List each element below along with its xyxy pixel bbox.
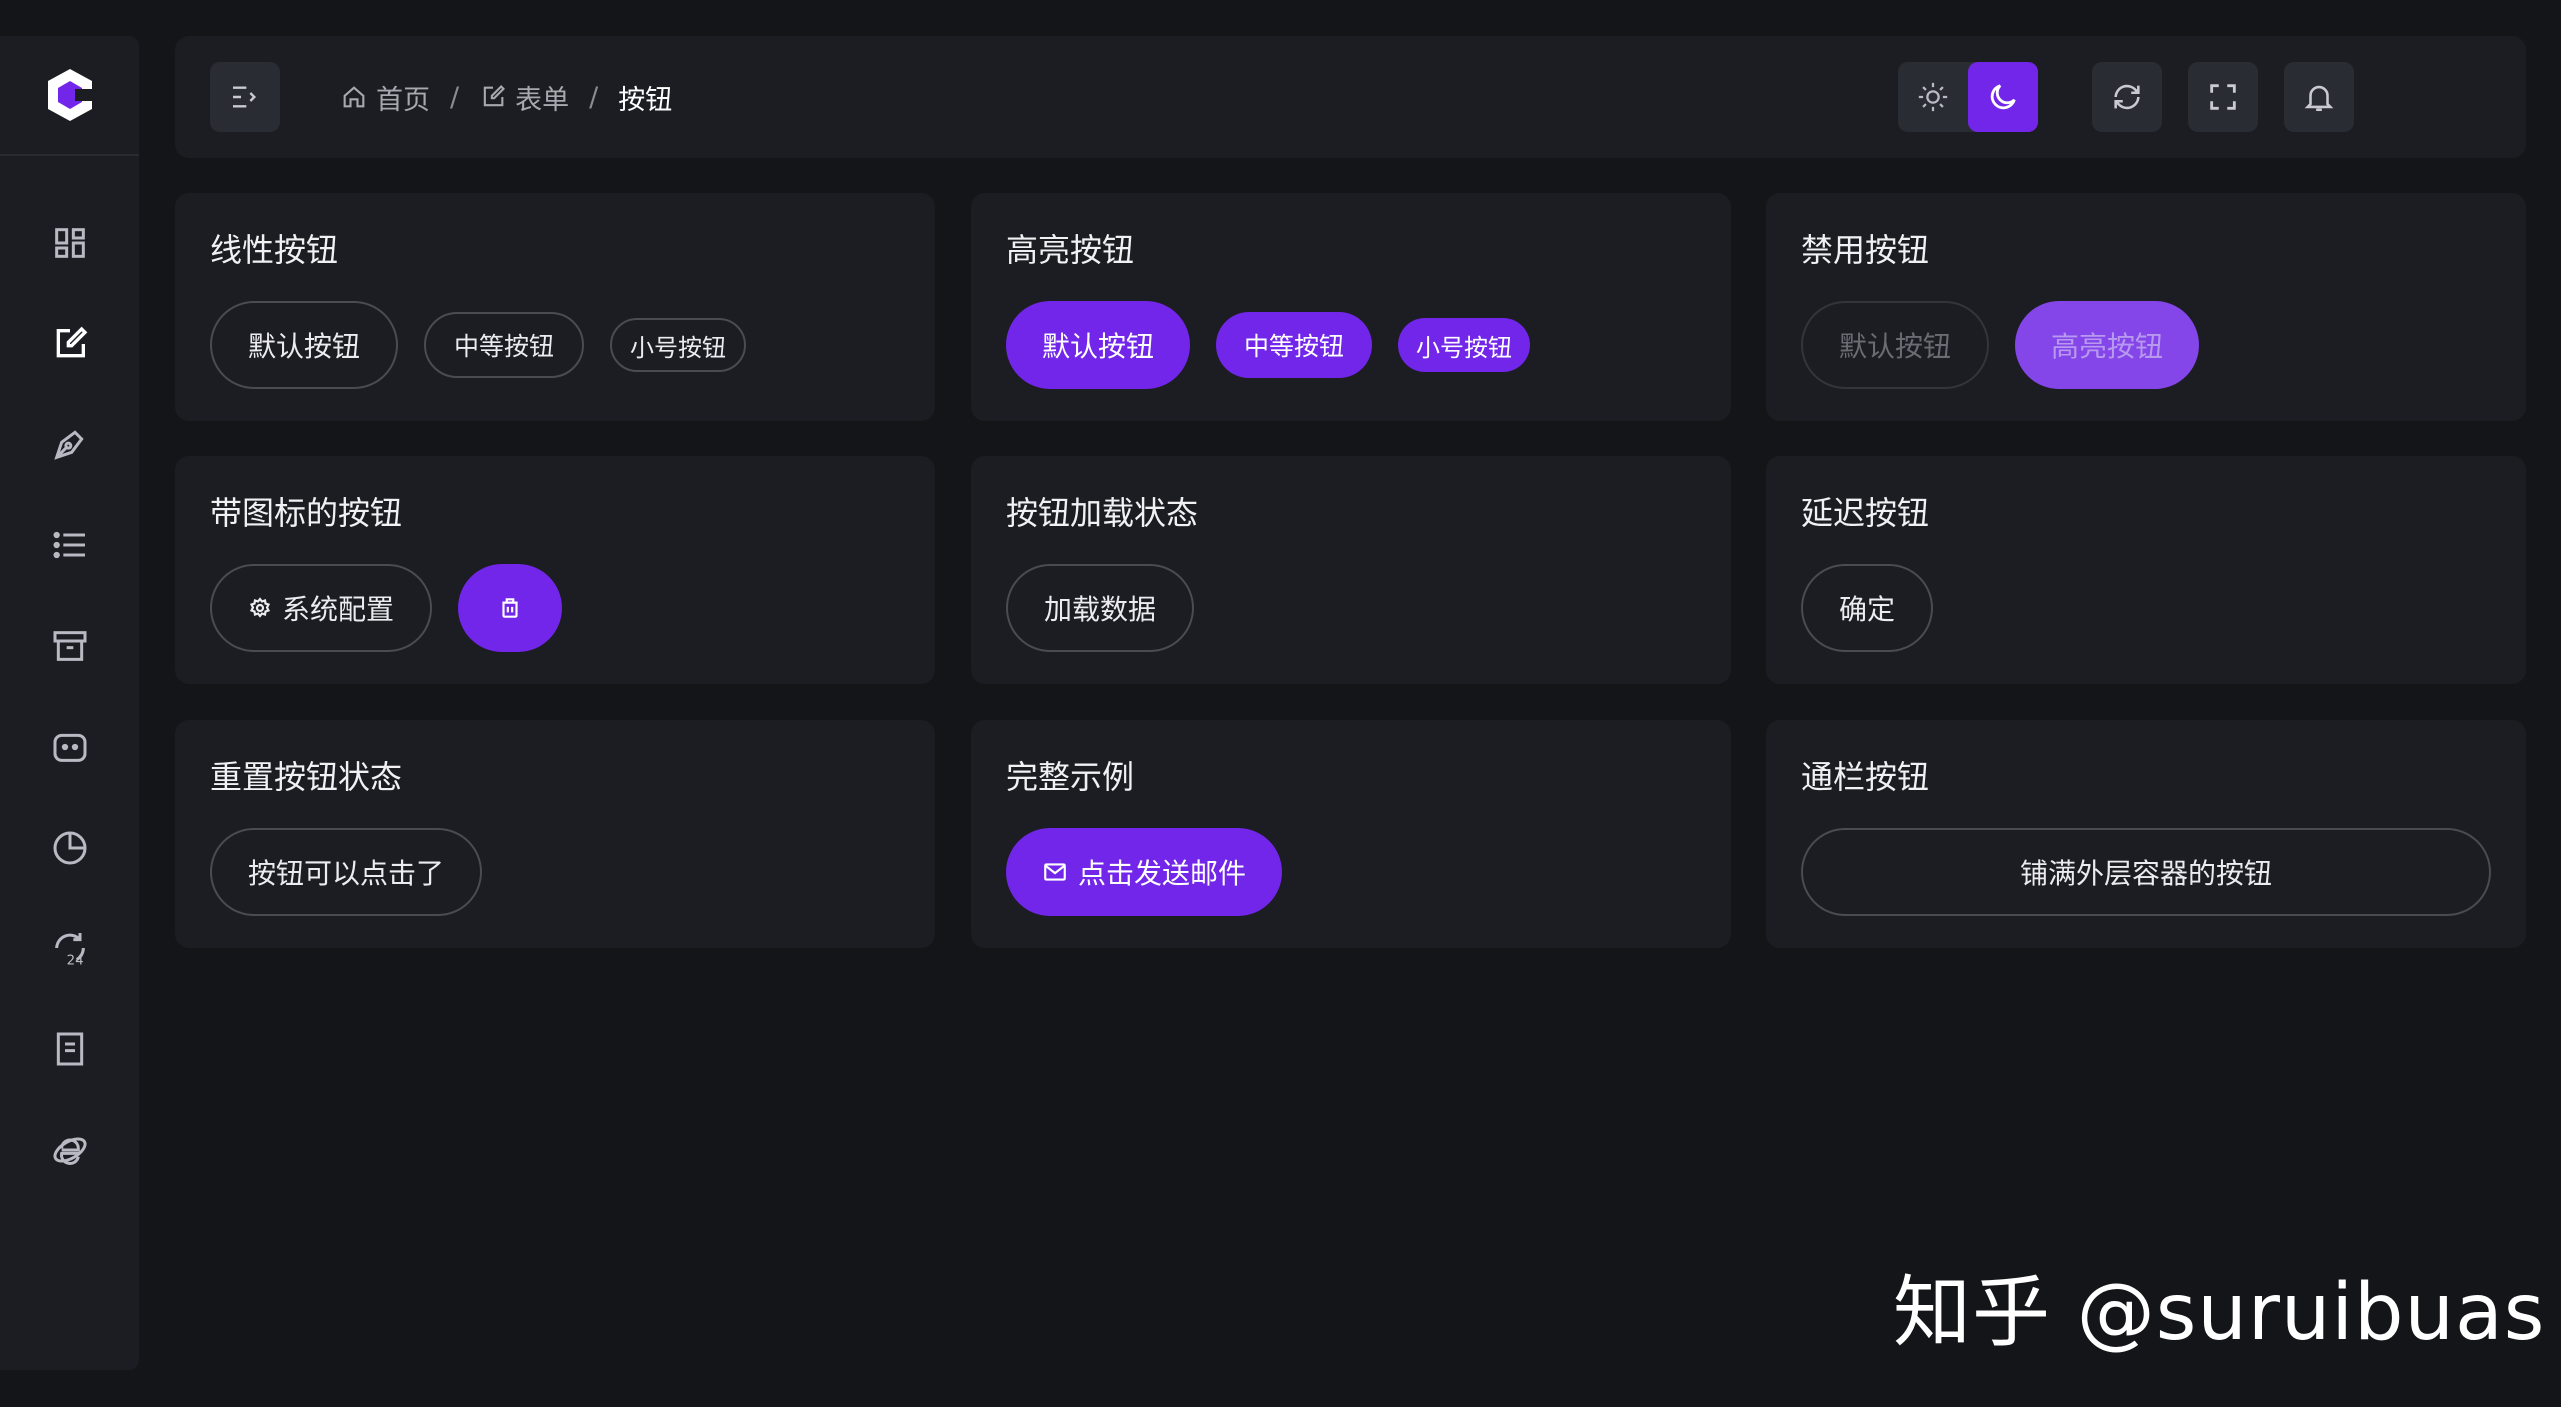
card-disabled-buttons: 禁用按钮 默认按钮 高亮按钮: [1766, 193, 2526, 421]
card-reset-buttons: 重置按钮状态 按钮可以点击了: [175, 720, 935, 948]
history-24-icon[interactable]: 24: [48, 926, 92, 970]
form-edit-icon[interactable]: [48, 322, 92, 366]
breadcrumb-home[interactable]: 首页: [340, 78, 430, 117]
card-highlight-buttons: 高亮按钮 默认按钮 中等按钮 小号按钮: [971, 193, 1731, 421]
svg-text:24: 24: [67, 954, 84, 968]
line-default-button[interactable]: 默认按钮: [210, 301, 399, 389]
card-title: 线性按钮: [210, 231, 339, 269]
notification-button[interactable]: [2284, 62, 2354, 132]
block-button[interactable]: 铺满外层容器的按钮: [1801, 828, 2491, 916]
disabled-default-button: 默认按钮: [1801, 301, 1990, 389]
moon-icon: [1990, 84, 2016, 110]
delete-button[interactable]: [458, 564, 563, 652]
mail-icon: [1044, 863, 1066, 881]
card-title: 禁用按钮: [1801, 231, 1930, 269]
card-line-buttons: 线性按钮 默认按钮 中等按钮 小号按钮: [175, 193, 935, 421]
fullscreen-button[interactable]: [2188, 62, 2258, 132]
line-medium-button[interactable]: 中等按钮: [424, 312, 585, 378]
card-title: 按钮加载状态: [1006, 494, 1199, 532]
system-config-button[interactable]: 系统配置: [210, 564, 433, 652]
list-icon[interactable]: [48, 523, 92, 567]
watermark: 知乎 @suruibuas: [1893, 1268, 2546, 1358]
fullscreen-icon: [2210, 84, 2236, 110]
bell-icon: [2304, 85, 2334, 112]
pie-chart-icon[interactable]: [48, 826, 92, 870]
logo: [0, 36, 139, 156]
home-icon: [343, 86, 365, 108]
load-data-button[interactable]: 加载数据: [1006, 564, 1195, 652]
edit-icon: [483, 85, 506, 107]
breadcrumb-form[interactable]: 表单: [479, 78, 569, 117]
disabled-highlight-button: 高亮按钮: [2015, 301, 2200, 389]
top-header: 首页 / 表单 / 按钮: [175, 36, 2526, 158]
breadcrumb-current: 按钮: [618, 84, 673, 116]
logo-icon: [47, 69, 95, 121]
dashboard-icon[interactable]: [48, 221, 92, 265]
clickable-button[interactable]: 按钮可以点击了: [210, 828, 483, 916]
sun-icon: [1918, 82, 1948, 112]
refresh-button[interactable]: [2092, 62, 2162, 132]
collapse-sidebar-button[interactable]: [210, 62, 280, 132]
confirm-button[interactable]: 确定: [1801, 564, 1934, 652]
refresh-icon: [2114, 84, 2140, 110]
card-icon-buttons: 带图标的按钮 系统配置: [175, 456, 935, 684]
theme-toggle[interactable]: [1898, 62, 2038, 132]
sidebar: 24: [0, 36, 139, 1370]
card-title: 完整示例: [1006, 758, 1135, 796]
light-mode-button[interactable]: [1898, 62, 1968, 132]
card-title: 延迟按钮: [1801, 494, 1930, 532]
card-title: 通栏按钮: [1801, 758, 1930, 796]
card-loading-buttons: 按钮加载状态 加载数据: [971, 456, 1731, 684]
card-full-example: 完整示例 点击发送邮件: [971, 720, 1731, 948]
breadcrumb-separator: /: [589, 81, 599, 113]
breadcrumb: 首页 / 表单 / 按钮: [340, 74, 672, 120]
line-small-button[interactable]: 小号按钮: [610, 318, 747, 372]
breadcrumb-separator: /: [450, 81, 460, 113]
menu-collapse-icon: [233, 86, 257, 108]
ie-browser-icon[interactable]: [48, 1128, 92, 1172]
card-title: 带图标的按钮: [210, 494, 403, 532]
card-title: 重置按钮状态: [210, 758, 403, 796]
highlight-small-button[interactable]: 小号按钮: [1398, 318, 1531, 372]
highlight-medium-button[interactable]: 中等按钮: [1216, 312, 1373, 378]
card-delay-buttons: 延迟按钮 确定: [1766, 456, 2526, 684]
gear-icon: [249, 597, 271, 618]
trash-icon: [502, 598, 518, 618]
card-block-buttons: 通栏按钮 铺满外层容器的按钮: [1766, 720, 2526, 948]
dark-mode-button[interactable]: [1968, 62, 2038, 132]
robot-icon[interactable]: [48, 725, 92, 769]
archive-icon[interactable]: [48, 624, 92, 668]
document-icon[interactable]: [48, 1027, 92, 1071]
card-title: 高亮按钮: [1006, 231, 1135, 269]
highlight-default-button[interactable]: 默认按钮: [1006, 301, 1191, 389]
send-email-button[interactable]: 点击发送邮件: [1006, 828, 1283, 916]
pen-icon[interactable]: [48, 422, 92, 466]
